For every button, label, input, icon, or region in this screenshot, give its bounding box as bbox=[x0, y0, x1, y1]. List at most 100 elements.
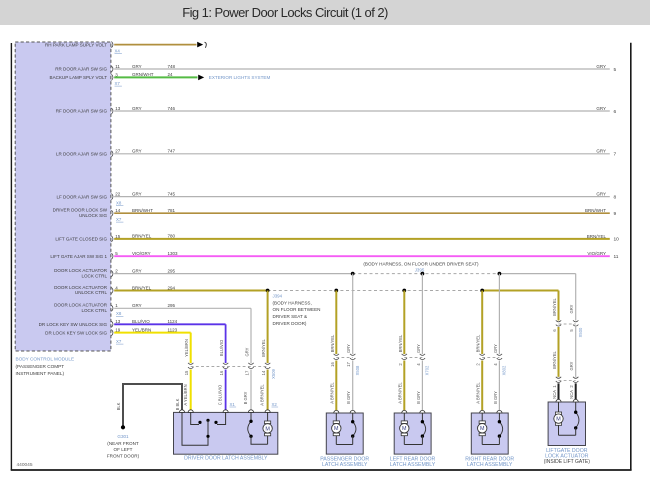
svg-text:INSTRUMENT PANEL): INSTRUMENT PANEL) bbox=[16, 371, 65, 376]
svg-text:11: 11 bbox=[614, 254, 619, 260]
svg-text:9: 9 bbox=[614, 211, 617, 217]
svg-text:X7: X7 bbox=[115, 81, 121, 86]
svg-text:M: M bbox=[402, 426, 407, 432]
svg-text:A BRN/YEL: A BRN/YEL bbox=[476, 382, 481, 404]
svg-text:RF DOOR AJAR SW SIG: RF DOOR AJAR SW SIG bbox=[56, 109, 108, 114]
svg-text:Fig 1: Power Door Locks Circui: Fig 1: Power Door Locks Circuit (1 of 2) bbox=[182, 5, 388, 20]
svg-text:BLK: BLK bbox=[116, 402, 121, 410]
svg-text:VIO/GRY: VIO/GRY bbox=[132, 251, 151, 256]
svg-text:BLU/VIO: BLU/VIO bbox=[219, 339, 224, 356]
svg-text:14: 14 bbox=[261, 370, 266, 375]
svg-text:GRY: GRY bbox=[346, 344, 351, 353]
svg-text:J394: J394 bbox=[273, 293, 283, 298]
svg-text:440045: 440045 bbox=[17, 462, 33, 468]
svg-text:LATCH ASSEMBLY: LATCH ASSEMBLY bbox=[322, 462, 368, 468]
svg-text:GRY: GRY bbox=[132, 191, 142, 196]
svg-text:1124: 1124 bbox=[168, 319, 178, 324]
svg-text:16: 16 bbox=[219, 370, 224, 375]
svg-text:GRY: GRY bbox=[132, 64, 142, 69]
svg-text:295: 295 bbox=[168, 268, 176, 273]
svg-text:B GRY: B GRY bbox=[243, 391, 248, 404]
svg-text:ON FLOOR BETWEEN: ON FLOOR BETWEEN bbox=[273, 307, 321, 312]
svg-text:A BRN/YEL: A BRN/YEL bbox=[398, 382, 403, 404]
svg-text:GRY: GRY bbox=[132, 149, 142, 154]
svg-text:UNLOCK CTRL: UNLOCK CTRL bbox=[75, 290, 108, 295]
svg-text:UNLOCK SIG: UNLOCK SIG bbox=[79, 213, 108, 218]
svg-text:RR DOOR AJAR SW SIG: RR DOOR AJAR SW SIG bbox=[55, 67, 107, 72]
svg-text:1303: 1303 bbox=[168, 251, 179, 256]
svg-text:BRN/YEL: BRN/YEL bbox=[476, 334, 481, 352]
svg-text:6: 6 bbox=[614, 109, 617, 115]
svg-text:746: 746 bbox=[168, 106, 176, 111]
svg-text:GRY: GRY bbox=[132, 268, 142, 273]
svg-text:A BRN/YEL: A BRN/YEL bbox=[260, 384, 265, 406]
svg-text:LOCK CTRL: LOCK CTRL bbox=[81, 308, 107, 313]
svg-text:M: M bbox=[556, 417, 561, 423]
svg-text:DRIVER DOOR): DRIVER DOOR) bbox=[273, 321, 307, 326]
svg-text:X7: X7 bbox=[116, 217, 122, 222]
svg-text:BODY CONTROL MODULE: BODY CONTROL MODULE bbox=[16, 357, 75, 362]
svg-text:BRN/YEL: BRN/YEL bbox=[330, 334, 335, 352]
svg-text:BRN/YEL: BRN/YEL bbox=[398, 334, 403, 352]
svg-text:X509: X509 bbox=[271, 368, 276, 378]
svg-text:LR DOOR AJAR SW SIG: LR DOOR AJAR SW SIG bbox=[56, 152, 107, 157]
svg-text:DRIVER SEAT &: DRIVER SEAT & bbox=[273, 314, 308, 319]
svg-text:X7: X7 bbox=[116, 339, 122, 344]
svg-text:YEL/BRN: YEL/BRN bbox=[184, 339, 189, 357]
svg-text:7: 7 bbox=[614, 152, 617, 158]
svg-text:B GRY: B GRY bbox=[416, 391, 421, 404]
svg-text:BACKUP LAMP SPLY VOLT: BACKUP LAMP SPLY VOLT bbox=[50, 75, 108, 80]
svg-text:8: 8 bbox=[614, 194, 617, 200]
svg-text:M: M bbox=[265, 426, 270, 432]
svg-text:BRN/WHT: BRN/WHT bbox=[132, 208, 153, 213]
svg-text:745: 745 bbox=[168, 191, 176, 196]
svg-text:LIFT GATE AJAR SW SIG 1: LIFT GATE AJAR SW SIG 1 bbox=[50, 254, 107, 259]
svg-text:FRONT DOOR): FRONT DOOR) bbox=[107, 454, 140, 459]
svg-text:(PASSENGER COMPT: (PASSENGER COMPT bbox=[16, 364, 65, 369]
svg-text:X4: X4 bbox=[115, 48, 121, 53]
svg-text:GRY: GRY bbox=[596, 64, 606, 69]
svg-text:GRY: GRY bbox=[596, 149, 606, 154]
svg-text:GRY: GRY bbox=[596, 106, 606, 111]
svg-text:RH PARK LAMP SUPLY VOLT: RH PARK LAMP SUPLY VOLT bbox=[45, 42, 107, 47]
svg-text:M: M bbox=[480, 426, 485, 432]
svg-text:NCA: NCA bbox=[552, 390, 557, 399]
svg-text:LATCH ASSEMBLY: LATCH ASSEMBLY bbox=[467, 462, 513, 468]
svg-text:G301: G301 bbox=[117, 434, 129, 439]
svg-text:X8: X8 bbox=[116, 311, 122, 316]
svg-text:DOOR LOCK ACTUATOR: DOOR LOCK ACTUATOR bbox=[54, 285, 108, 290]
svg-text:LIFT GATE CLOSED SIG: LIFT GATE CLOSED SIG bbox=[55, 237, 107, 242]
svg-text:GRY: GRY bbox=[132, 303, 142, 308]
svg-text:X702: X702 bbox=[425, 365, 430, 375]
svg-text:X802: X802 bbox=[502, 365, 507, 375]
svg-text:NCA: NCA bbox=[569, 390, 574, 399]
svg-text:J395: J395 bbox=[415, 267, 425, 272]
svg-text:17: 17 bbox=[245, 370, 250, 375]
svg-text:748: 748 bbox=[168, 64, 176, 69]
svg-text:B GRY: B GRY bbox=[493, 391, 498, 404]
svg-text:10: 10 bbox=[614, 237, 620, 243]
svg-text:LOCK CTRL: LOCK CTRL bbox=[81, 273, 107, 278]
svg-text:X1: X1 bbox=[230, 402, 236, 407]
svg-text:B GRY: B GRY bbox=[346, 391, 351, 404]
svg-text:BRN/YEL: BRN/YEL bbox=[261, 338, 266, 356]
svg-text:GRY: GRY bbox=[596, 192, 606, 197]
svg-text:GRY: GRY bbox=[416, 344, 421, 353]
svg-text:DRIVER DOOR LATCH ASSEMBLY: DRIVER DOOR LATCH ASSEMBLY bbox=[184, 456, 268, 462]
svg-text:BRN/YEL: BRN/YEL bbox=[552, 350, 557, 368]
svg-text:GRY: GRY bbox=[245, 347, 250, 356]
svg-text:781: 781 bbox=[168, 208, 176, 213]
svg-text:GRY: GRY bbox=[493, 344, 498, 353]
svg-text:27: 27 bbox=[115, 149, 121, 154]
svg-text:(BODY HARNESS, ON FLOOR UNDER: (BODY HARNESS, ON FLOOR UNDER DRIVER SEA… bbox=[363, 262, 479, 267]
svg-text:DR LOCK KEY SW UNLOCK SIG: DR LOCK KEY SW UNLOCK SIG bbox=[39, 322, 108, 327]
svg-text:LF DOOR AJAR SW SIG: LF DOOR AJAR SW SIG bbox=[56, 194, 107, 199]
svg-text:(INSIDE LIFT GATE): (INSIDE LIFT GATE) bbox=[544, 459, 591, 465]
svg-text:11: 11 bbox=[115, 64, 120, 69]
svg-text:DOOR LOCK ACTUATOR: DOOR LOCK ACTUATOR bbox=[54, 303, 108, 308]
svg-text:13: 13 bbox=[115, 106, 121, 111]
svg-text:BLU/VIO: BLU/VIO bbox=[132, 319, 150, 324]
svg-text:X508: X508 bbox=[355, 365, 360, 375]
svg-text:X8: X8 bbox=[116, 201, 122, 206]
svg-text:16: 16 bbox=[330, 362, 335, 367]
